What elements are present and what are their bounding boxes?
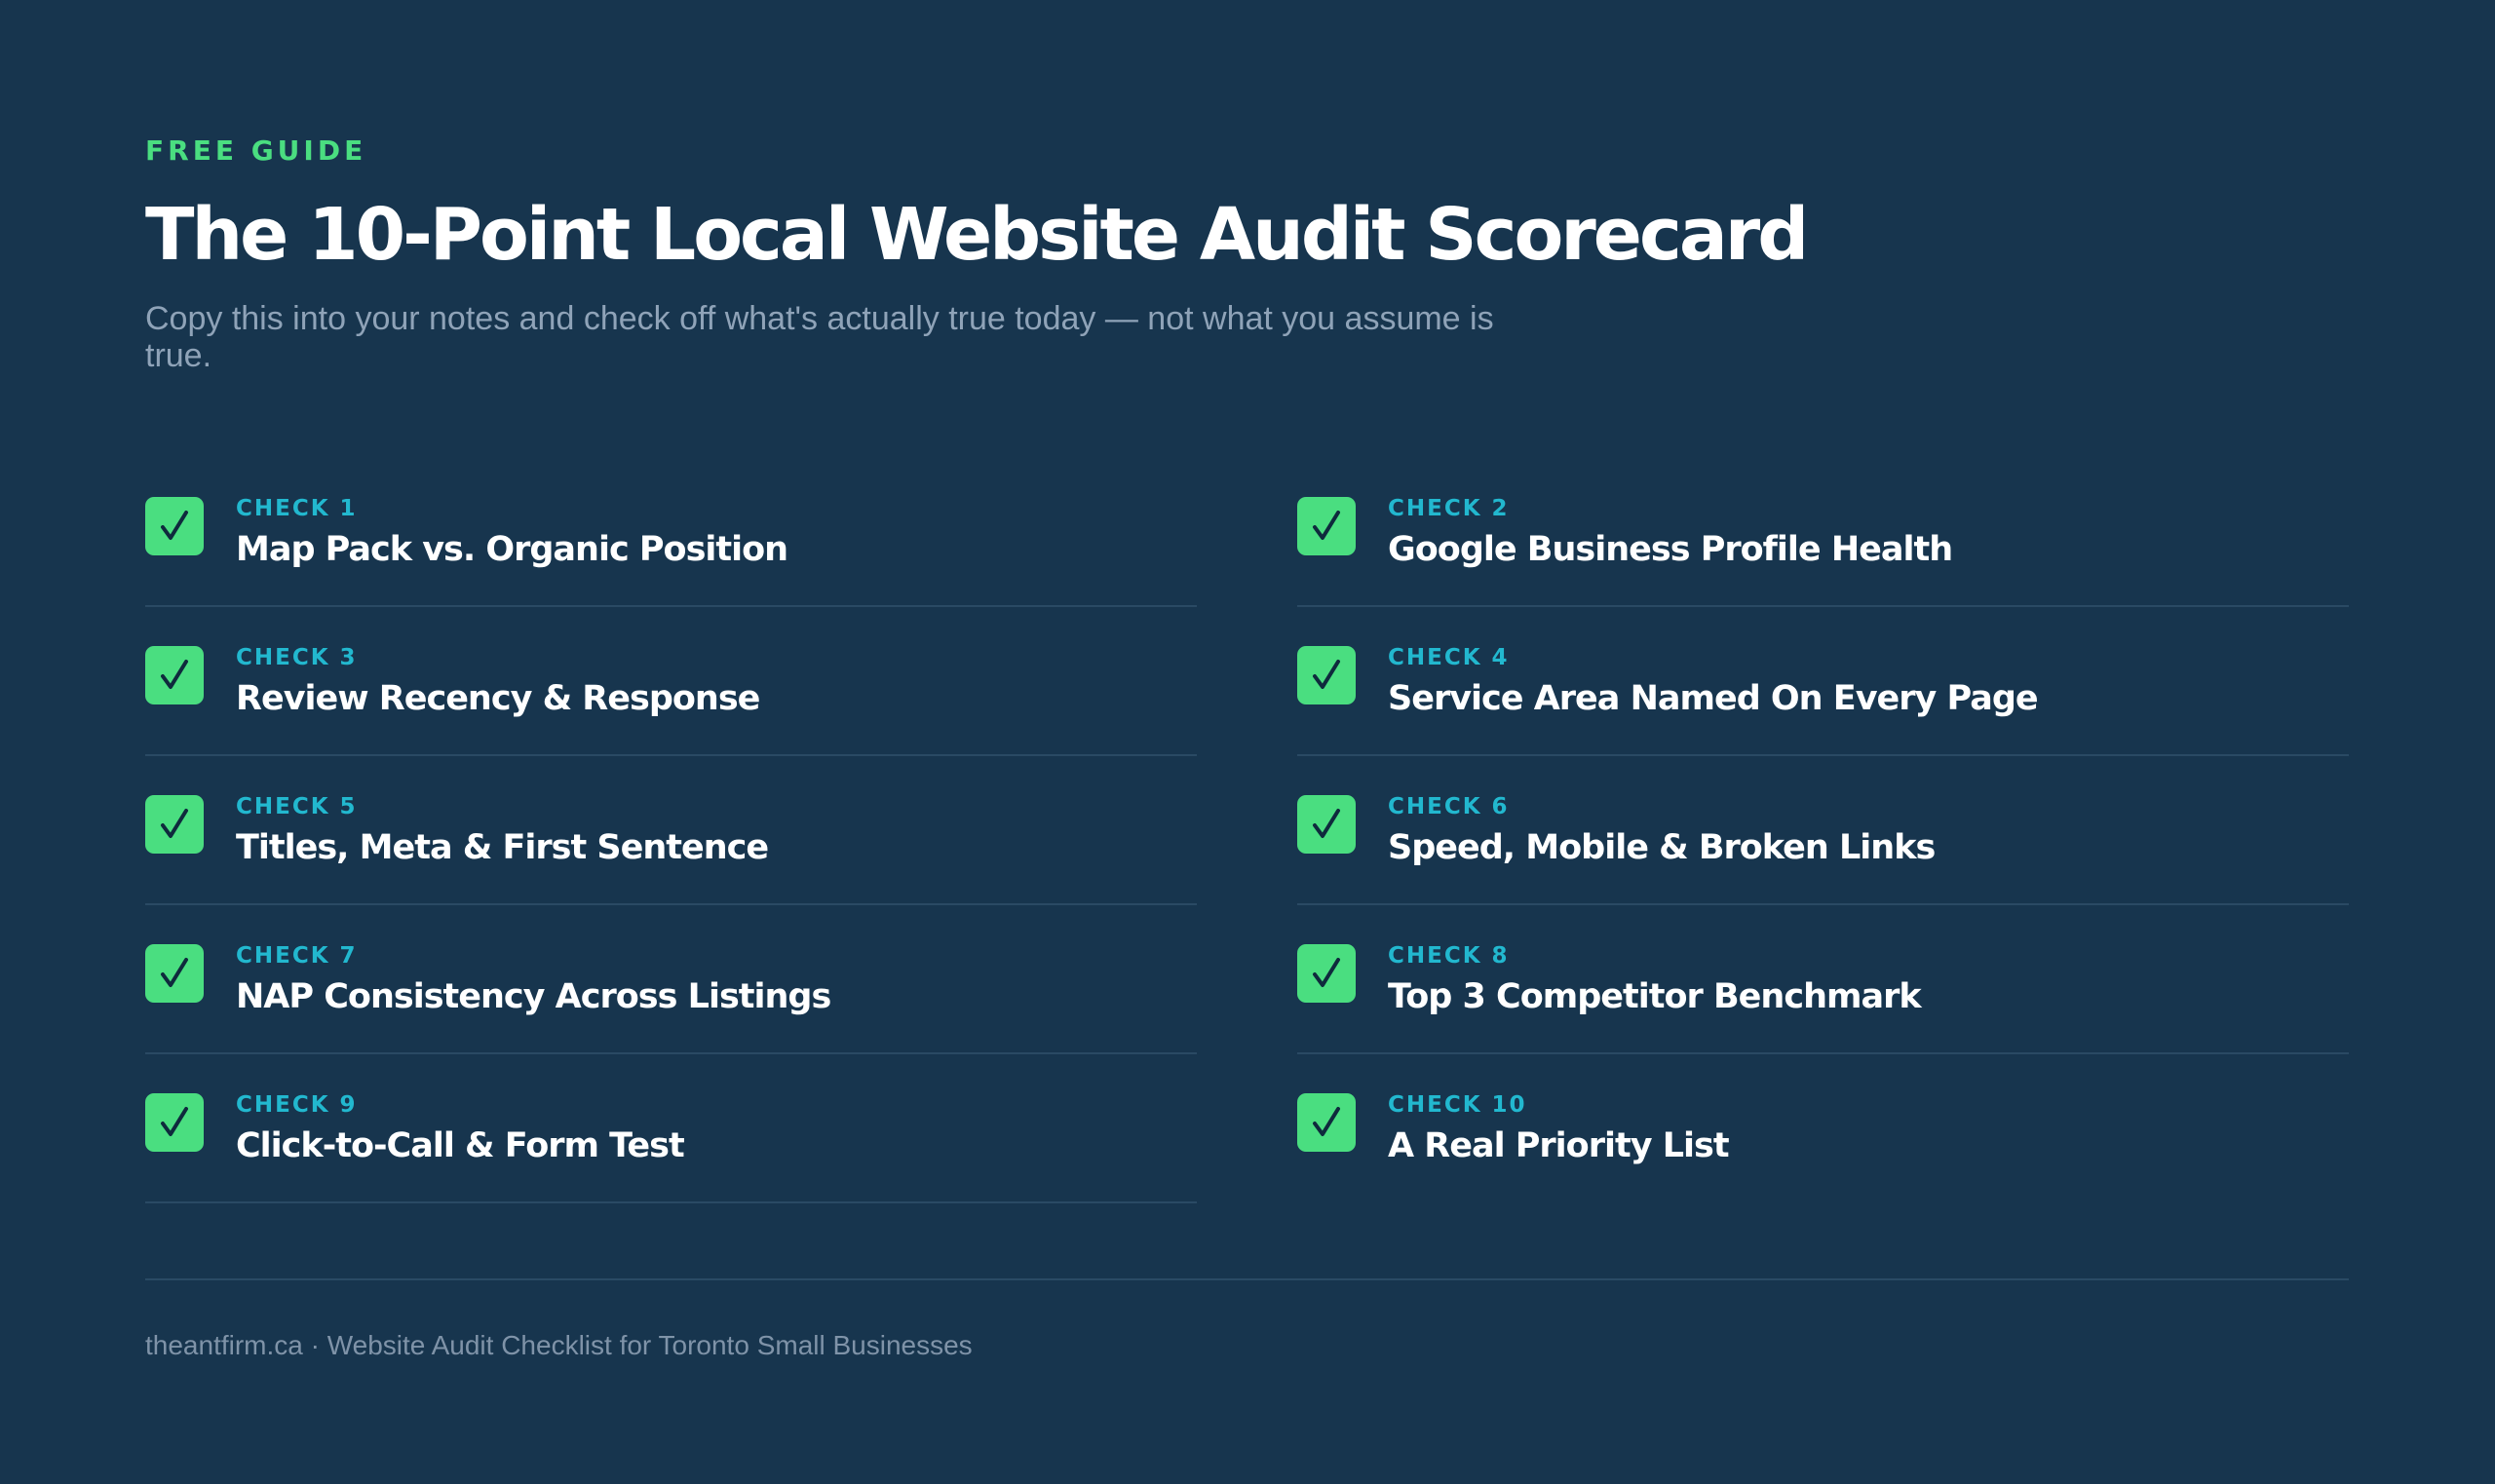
scorecard-page: FREE GUIDE The 10-Point Local Website Au…: [145, 0, 2349, 1484]
check-number-label: CHECK 10: [1388, 1092, 1527, 1118]
checkmark-icon: [161, 660, 188, 689]
checkbox-checked[interactable]: [145, 646, 204, 704]
checkmark-icon: [1313, 809, 1340, 838]
checkbox-checked[interactable]: [145, 795, 204, 854]
checkmark-icon: [161, 958, 188, 987]
check-title: NAP Consistency Across Listings: [236, 977, 831, 1016]
check-number-label: CHECK 5: [236, 794, 358, 819]
footer-divider: [145, 1278, 2349, 1280]
check-item: CHECK 10 A Real Priority List: [1297, 1054, 2349, 1203]
checkbox-checked[interactable]: [1297, 497, 1356, 555]
check-title: Service Area Named On Every Page: [1388, 679, 2039, 718]
check-title: Speed, Mobile & Broken Links: [1388, 828, 1936, 867]
checkbox-checked[interactable]: [145, 497, 204, 555]
check-number-label: CHECK 7: [236, 943, 358, 969]
check-title: Click-to-Call & Form Test: [236, 1126, 685, 1165]
checkbox-checked[interactable]: [1297, 646, 1356, 704]
check-title: Top 3 Competitor Benchmark: [1388, 977, 1922, 1016]
checkmark-icon: [161, 809, 188, 838]
check-item: CHECK 8 Top 3 Competitor Benchmark: [1297, 905, 2349, 1054]
checkmark-icon: [161, 511, 188, 540]
eyebrow-label: FREE GUIDE: [145, 134, 367, 167]
checkbox-checked[interactable]: [145, 1093, 204, 1152]
check-number-label: CHECK 6: [1388, 794, 1510, 819]
checkmark-icon: [1313, 660, 1340, 689]
check-number-label: CHECK 3: [236, 645, 358, 670]
check-item: CHECK 1 Map Pack vs. Organic Position: [145, 458, 1197, 607]
check-item: CHECK 5 Titles, Meta & First Sentence: [145, 756, 1197, 905]
check-item: CHECK 4 Service Area Named On Every Page: [1297, 607, 2349, 756]
check-title: Review Recency & Response: [236, 679, 760, 718]
check-title: Google Business Profile Health: [1388, 530, 1953, 569]
check-number-label: CHECK 8: [1388, 943, 1510, 969]
checklist-grid: CHECK 1 Map Pack vs. Organic Position CH…: [145, 458, 2349, 1203]
checkbox-checked[interactable]: [1297, 1093, 1356, 1152]
checkbox-checked[interactable]: [1297, 944, 1356, 1003]
check-number-label: CHECK 9: [236, 1092, 358, 1118]
check-number-label: CHECK 2: [1388, 496, 1510, 521]
page-subtitle: Copy this into your notes and check off …: [145, 300, 1494, 374]
checkbox-checked[interactable]: [145, 944, 204, 1003]
check-item: CHECK 3 Review Recency & Response: [145, 607, 1197, 756]
check-title: A Real Priority List: [1388, 1126, 1730, 1165]
check-item: CHECK 2 Google Business Profile Health: [1297, 458, 2349, 607]
check-item: CHECK 9 Click-to-Call & Form Test: [145, 1054, 1197, 1203]
check-number-label: CHECK 4: [1388, 645, 1510, 670]
page-title: The 10-Point Local Website Audit Scoreca…: [145, 193, 1809, 277]
footer-credit: theantfirm.ca · Website Audit Checklist …: [145, 1330, 973, 1360]
checkbox-checked[interactable]: [1297, 795, 1356, 854]
checkmark-icon: [161, 1107, 188, 1136]
check-title: Map Pack vs. Organic Position: [236, 530, 788, 569]
checkmark-icon: [1313, 511, 1340, 540]
check-item: CHECK 6 Speed, Mobile & Broken Links: [1297, 756, 2349, 905]
check-item: CHECK 7 NAP Consistency Across Listings: [145, 905, 1197, 1054]
check-title: Titles, Meta & First Sentence: [236, 828, 769, 867]
checkmark-icon: [1313, 958, 1340, 987]
check-number-label: CHECK 1: [236, 496, 358, 521]
checkmark-icon: [1313, 1107, 1340, 1136]
